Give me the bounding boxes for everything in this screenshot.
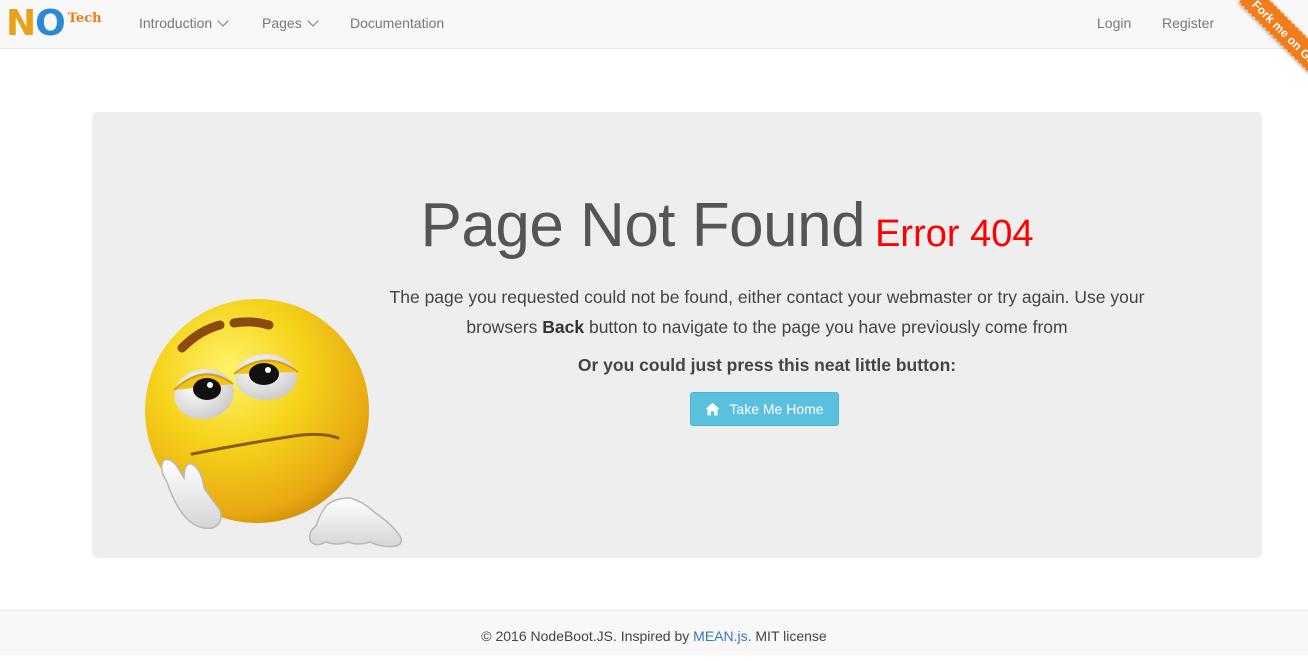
button-prompt: Or you could just press this neat little… — [577, 355, 957, 375]
github-ribbon[interactable]: Fork me on GitHub — [1218, 0, 1308, 90]
footer-suffix: . MIT license — [747, 628, 827, 644]
footer-meanjs-link[interactable]: MEAN.js — [693, 628, 747, 644]
page-title: Page Not Found — [420, 191, 866, 260]
nav-introduction-label: Introduction — [139, 15, 213, 31]
title-row: Page Not Found Error 404 — [92, 190, 1262, 261]
brand-logo[interactable]: N O Tech — [6, 4, 102, 44]
brand-letter-o: O — [35, 3, 66, 44]
brand-letter-n: N — [6, 3, 36, 44]
footer: © 2016 NodeBoot.JS. Inspired by MEAN.js.… — [0, 610, 1308, 655]
error-code: Error 404 — [875, 213, 1034, 255]
navbar: N O Tech Introduction Pages Documentatio… — [0, 0, 1308, 90]
chevron-down-icon — [307, 15, 319, 27]
error-panel: Page Not Found Error 404 The page you req… — [92, 112, 1262, 558]
description-text-2: button to navigate to the page you have … — [584, 317, 1068, 337]
brand-tech: Tech — [67, 11, 102, 26]
nav-introduction[interactable]: Introduction — [139, 0, 229, 49]
nav-login[interactable]: Login — [1097, 0, 1131, 49]
nav-pages-label: Pages — [262, 15, 302, 31]
github-ribbon-label: Fork me on GitHub — [1238, 0, 1308, 90]
description-bold: Back — [542, 317, 585, 337]
home-icon — [705, 402, 720, 416]
nav-documentation[interactable]: Documentation — [350, 0, 444, 49]
footer-prefix: © 2016 NodeBoot.JS. Inspired by — [481, 628, 694, 644]
take-me-home-label: Take Me Home — [729, 401, 824, 417]
nav-pages[interactable]: Pages — [262, 0, 319, 49]
take-me-home-button[interactable]: Take Me Home — [690, 392, 839, 426]
nav-register[interactable]: Register — [1162, 0, 1214, 49]
chevron-down-icon — [217, 15, 229, 27]
error-description: The page you requested could not be foun… — [362, 282, 1172, 342]
